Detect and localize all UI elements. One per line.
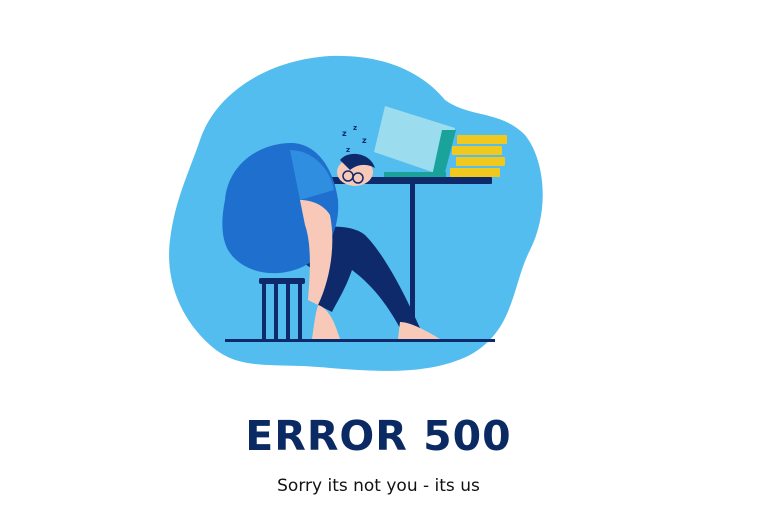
error-subtitle: Sorry its not you - its us <box>277 476 480 496</box>
svg-text:z: z <box>353 124 357 132</box>
sleeping-worker-illustration: z z z z <box>169 55 543 371</box>
svg-text:z: z <box>342 129 347 138</box>
error-title: ERROR 500 <box>245 412 512 460</box>
svg-text:z: z <box>362 136 367 145</box>
svg-text:z: z <box>346 146 350 154</box>
